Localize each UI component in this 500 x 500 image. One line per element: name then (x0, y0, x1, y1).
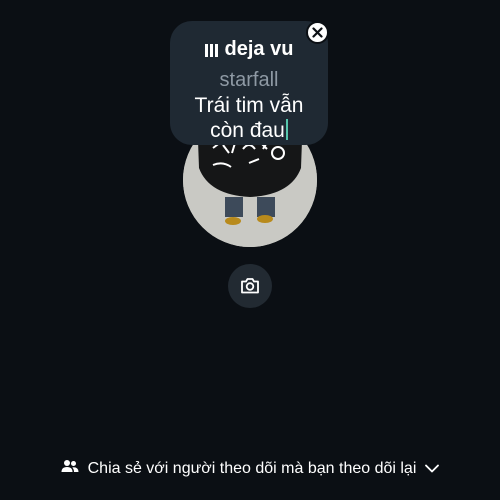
audience-label: Chia sẻ với người theo dõi mà bạn theo d… (87, 460, 417, 477)
text-caret (285, 119, 288, 140)
note-bubble[interactable]: deja vu starfall Trái tim vẫn còn đau (170, 21, 328, 145)
note-text-line-1: Trái tim vẫn (194, 94, 304, 117)
song-title: deja vu (224, 38, 294, 60)
now-playing: deja vu (170, 38, 328, 62)
close-button[interactable] (306, 21, 329, 44)
music-bars-icon (204, 40, 220, 62)
note-input[interactable]: Trái tim vẫn còn đau (170, 93, 328, 143)
camera-button[interactable] (228, 264, 272, 308)
chevron-down-icon (420, 460, 439, 477)
song-artist: starfall (219, 69, 279, 91)
note-text-line-2: còn đau (210, 119, 285, 142)
people-icon (61, 460, 83, 477)
audience-selector[interactable]: Chia sẻ với người theo dõi mà bạn theo d… (0, 458, 500, 480)
